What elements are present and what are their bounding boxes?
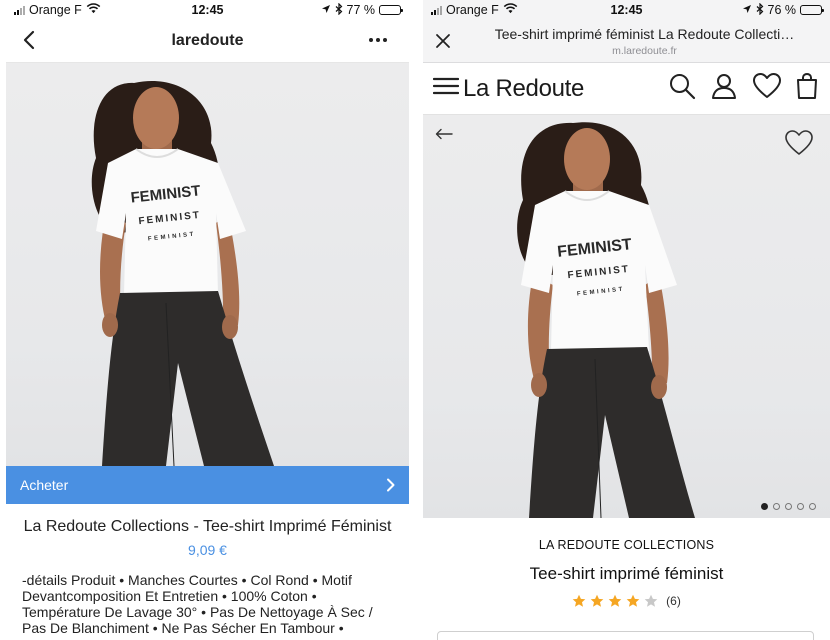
carrier-name: Orange F — [29, 3, 82, 17]
product-rating[interactable]: (6) — [423, 594, 830, 608]
post-header: laredoute — [6, 20, 409, 63]
model-illustration: FEMINIST FEMINIST FEMINIST — [517, 122, 695, 518]
battery-icon — [800, 5, 824, 15]
instagram-screen: Orange F 12:45 77 % laredoute FEMINIST F… — [6, 0, 409, 640]
shopping-bag-icon[interactable] — [796, 72, 818, 105]
product-title: La Redoute Collections - Tee-shirt Impri… — [23, 518, 392, 535]
site-logo[interactable]: La Redoute — [463, 75, 584, 103]
account-name[interactable]: laredoute — [171, 32, 243, 50]
product-gallery[interactable]: FEMINIST FEMINIST FEMINIST — [423, 115, 830, 518]
star-filled-icon — [626, 594, 640, 607]
signal-icon — [14, 5, 25, 15]
gallery-back-arrow-icon[interactable] — [435, 127, 453, 145]
location-icon — [742, 3, 752, 17]
more-options-icon[interactable] — [369, 38, 387, 42]
pager-dot[interactable] — [797, 503, 804, 510]
battery-icon — [379, 5, 403, 15]
location-icon — [321, 3, 331, 17]
favorite-heart-icon[interactable] — [784, 129, 814, 162]
back-chevron-icon[interactable] — [22, 30, 36, 55]
star-filled-icon — [608, 594, 622, 607]
product-description: -détails Produit • Manches Courtes • Col… — [22, 572, 373, 636]
product-price: 9,09 € — [188, 542, 227, 558]
product-brand[interactable]: LA REDOUTE COLLECTIONS — [423, 538, 830, 552]
product-photo[interactable]: FEMINIST FEMINIST FEMINIST — [6, 63, 409, 466]
pager-dot[interactable] — [809, 503, 816, 510]
account-icon[interactable] — [710, 72, 738, 105]
model-illustration: FEMINIST FEMINIST FEMINIST — [91, 81, 274, 466]
close-icon[interactable] — [435, 33, 451, 54]
carrier-name: Orange F — [446, 3, 499, 17]
wifi-icon — [503, 3, 518, 17]
pager-dot[interactable] — [785, 503, 792, 510]
wishlist-heart-icon[interactable] — [752, 72, 782, 105]
buy-button[interactable]: Acheter — [6, 466, 409, 504]
browser-page-title: Tee-shirt imprimé féminist La Redoute Co… — [494, 26, 795, 42]
chevron-right-icon — [386, 478, 395, 492]
browser-toolbar: Tee-shirt imprimé féminist La Redoute Co… — [423, 20, 830, 63]
star-filled-icon — [572, 594, 586, 607]
signal-icon — [431, 5, 442, 15]
status-bar: Orange F 12:45 77 % — [6, 0, 409, 20]
size-selector[interactable] — [437, 631, 814, 640]
gallery-pager[interactable] — [761, 503, 816, 510]
wifi-icon — [86, 3, 101, 17]
browser-screen: Orange F 12:45 76 % Tee-shirt imprimé fé… — [423, 0, 830, 640]
bluetooth-icon — [335, 2, 343, 18]
product-name: Tee-shirt imprimé féminist — [529, 564, 724, 583]
battery-percent: 77 % — [346, 3, 376, 17]
battery-percent: 76 % — [767, 3, 797, 17]
star-empty-icon — [644, 594, 658, 607]
status-bar: Orange F 12:45 76 % — [423, 0, 830, 20]
search-icon[interactable] — [668, 72, 696, 105]
bluetooth-icon — [756, 2, 764, 18]
site-header: La Redoute — [423, 63, 830, 115]
review-count: (6) — [666, 594, 681, 608]
star-filled-icon — [590, 594, 604, 607]
pager-dot[interactable] — [773, 503, 780, 510]
pager-dot[interactable] — [761, 503, 768, 510]
buy-button-label: Acheter — [20, 477, 69, 493]
browser-url: m.laredoute.fr — [612, 45, 677, 57]
menu-icon[interactable] — [432, 76, 460, 101]
